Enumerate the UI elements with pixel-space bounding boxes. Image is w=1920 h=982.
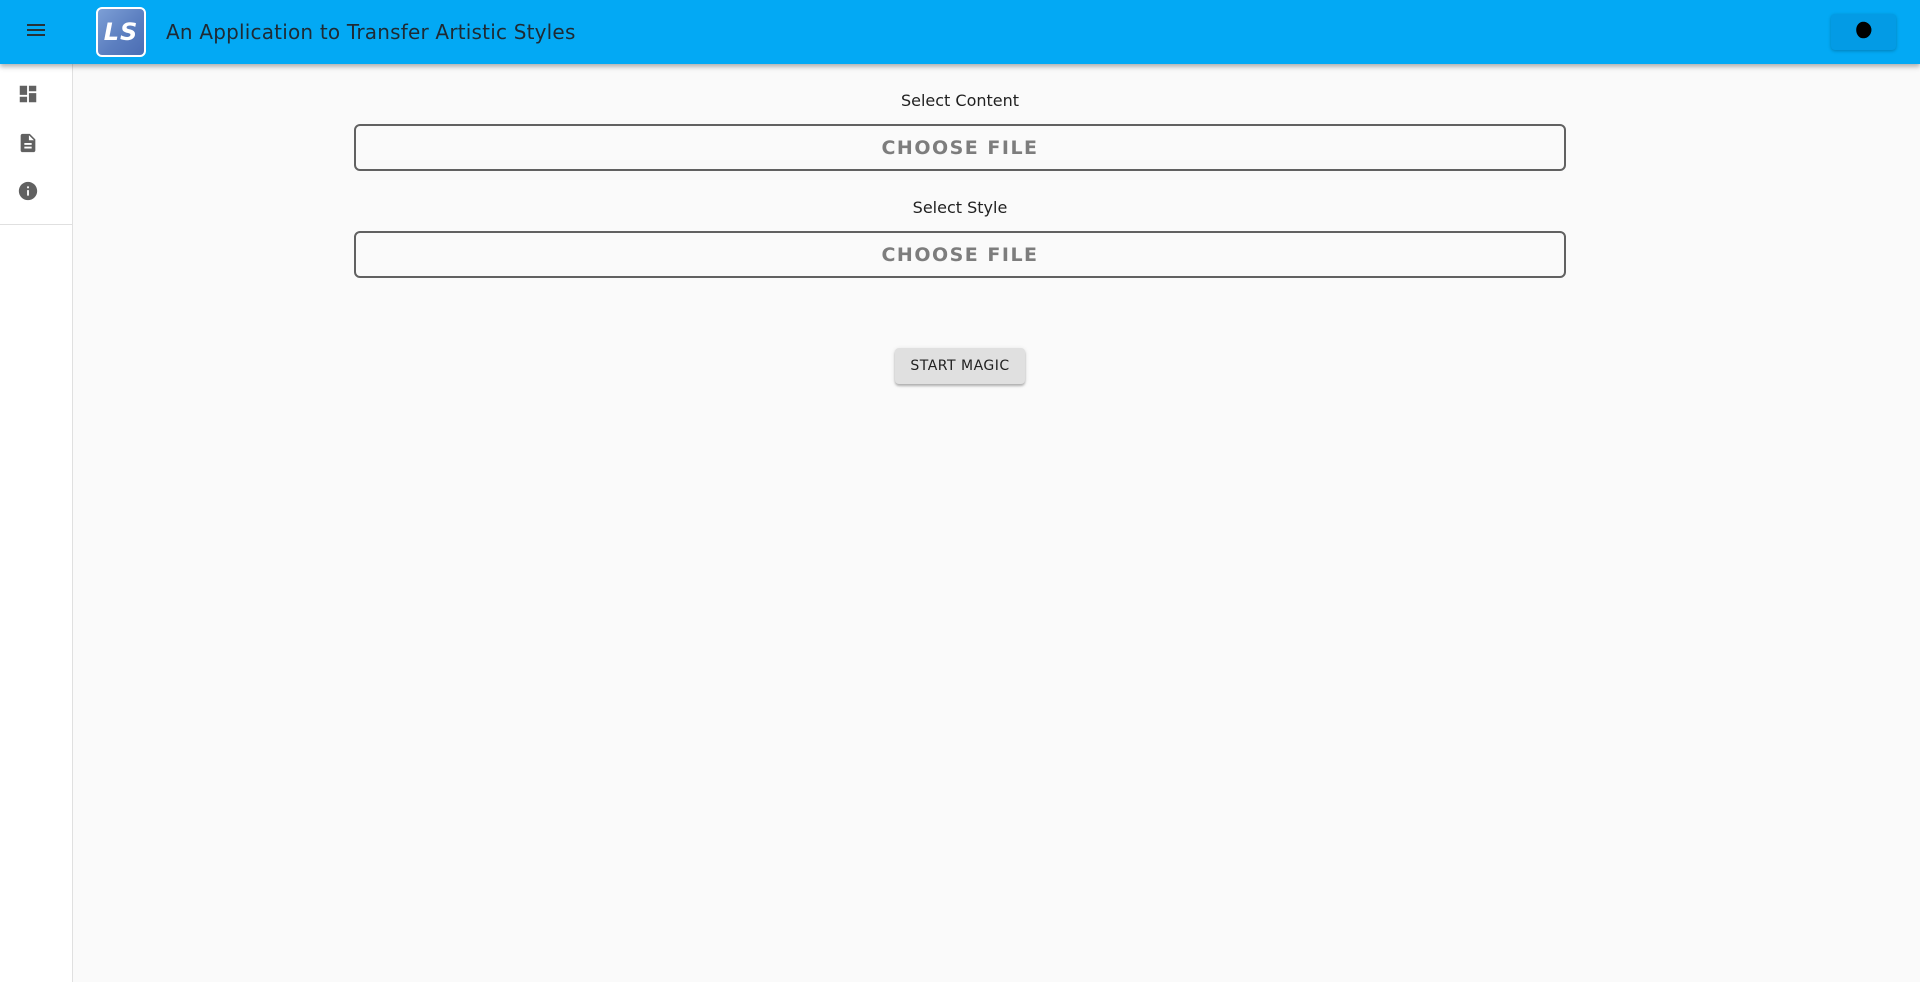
choose-content-file-button[interactable]: CHOOSE FILE: [354, 124, 1566, 171]
choose-style-file-button[interactable]: CHOOSE FILE: [354, 231, 1566, 278]
dark-mode-icon: [1853, 19, 1875, 45]
sidebar-item-info[interactable]: [8, 173, 48, 213]
sidebar: [0, 64, 73, 982]
sidebar-item-dashboard[interactable]: [8, 76, 48, 116]
dashboard-icon: [17, 83, 39, 109]
app-logo: LS: [96, 7, 146, 57]
app-bar: LS An Application to Transfer Artistic S…: [0, 0, 1920, 64]
style-label: Select Style: [912, 198, 1008, 217]
document-icon: [17, 132, 39, 158]
logo-text: LS: [103, 18, 139, 46]
content-label: Select Content: [900, 91, 1020, 110]
menu-icon: [24, 18, 48, 46]
app-title: An Application to Transfer Artistic Styl…: [166, 20, 576, 44]
sidebar-item-documents[interactable]: [8, 125, 48, 165]
info-icon: [17, 180, 39, 206]
menu-button[interactable]: [16, 12, 56, 52]
sidebar-divider: [0, 224, 72, 225]
start-magic-button[interactable]: START MAGIC: [895, 348, 1025, 384]
theme-toggle-button[interactable]: [1831, 14, 1896, 50]
main-content: Select Content CHOOSE FILE Select Style …: [73, 64, 1920, 982]
